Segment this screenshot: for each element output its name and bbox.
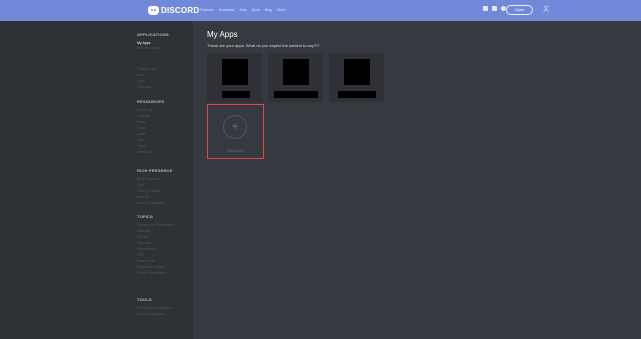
sidebar-item-launch-checklist[interactable]: Launch Checklist bbox=[137, 201, 164, 206]
app-card[interactable] bbox=[268, 53, 323, 102]
plus-icon: + bbox=[223, 115, 247, 139]
translate-icon[interactable]: 文 bbox=[543, 6, 549, 14]
sidebar-item-getting-started[interactable]: Getting Started bbox=[137, 189, 161, 194]
discord-logo[interactable]: DISCORD bbox=[148, 5, 199, 16]
nav-download[interactable]: Download bbox=[219, 7, 235, 13]
sidebar-item-best-practices[interactable]: Best Practices bbox=[137, 177, 159, 182]
sidebar-item-opcodes[interactable]: Opcodes bbox=[137, 241, 151, 246]
app-icon-redacted bbox=[344, 59, 370, 85]
section-tools: TOOLS bbox=[137, 297, 152, 302]
sidebar-item-guild[interactable]: Guild bbox=[137, 126, 145, 131]
open-button[interactable]: Open bbox=[506, 5, 533, 15]
section-applications: APPLICATIONS bbox=[137, 32, 169, 37]
section-resources: RESOURCES bbox=[137, 99, 165, 104]
sidebar-item-channel[interactable]: Channel bbox=[137, 114, 150, 119]
docs-sidebar: APPLICATIONS My Apps Publisher Apps Chan… bbox=[0, 21, 193, 339]
sidebar-item-audit-log[interactable]: Audit Log bbox=[137, 108, 152, 113]
sidebar-item-emoji[interactable]: Emoji bbox=[137, 120, 146, 125]
sidebar-item-voice[interactable]: Voice bbox=[137, 144, 146, 149]
sidebar-item-embed-visualizer[interactable]: Embed Visualizer bbox=[137, 312, 164, 317]
app-name-redacted bbox=[274, 91, 318, 98]
brand-name: DISCORD bbox=[161, 6, 200, 15]
app-name-redacted bbox=[338, 91, 376, 98]
section-rich-presence: RICH PRESENCE bbox=[137, 168, 173, 173]
nav-features[interactable]: Features bbox=[200, 7, 214, 13]
top-navigation-bar: DISCORD Features Download Jobs Docs Blog… bbox=[0, 0, 641, 21]
sidebar-item-community-resources[interactable]: Community Resources bbox=[137, 223, 172, 228]
sidebar-item-faq[interactable]: FAQ bbox=[137, 183, 144, 188]
sidebar-item-permissions[interactable]: Permissions bbox=[137, 247, 156, 252]
sidebar-item-user[interactable]: User bbox=[137, 138, 144, 143]
nav-store[interactable]: Store bbox=[277, 7, 285, 13]
main-content: My Apps These are your apps. What do you… bbox=[193, 21, 641, 339]
nav-jobs[interactable]: Jobs bbox=[239, 7, 246, 13]
page-title: My Apps bbox=[207, 30, 238, 39]
app-card[interactable] bbox=[329, 53, 384, 102]
sidebar-item-change-log[interactable]: Change Log bbox=[137, 67, 156, 72]
sidebar-item-rate-limits[interactable]: Rate Limits bbox=[137, 259, 155, 264]
twitter-icon[interactable] bbox=[483, 6, 488, 11]
sidebar-item-welcome[interactable]: Welcome bbox=[137, 85, 152, 90]
page-subtitle: These are your apps. What do you expect … bbox=[207, 43, 320, 48]
sidebar-item-rpc[interactable]: RPC bbox=[137, 253, 144, 258]
sidebar-item-webhook[interactable]: Webhook bbox=[137, 150, 152, 155]
new-app-label: New App bbox=[227, 148, 244, 153]
sidebar-item-oauth2[interactable]: OAuth2 bbox=[137, 235, 149, 240]
section-topics: TOPICS bbox=[137, 214, 154, 219]
sidebar-item-logo[interactable]: Logo bbox=[137, 79, 145, 84]
sidebar-item-permission-calculator[interactable]: Permission Calculator bbox=[137, 306, 171, 311]
app-icon-redacted bbox=[222, 59, 248, 85]
app-icon-redacted bbox=[283, 59, 309, 85]
main-nav: Features Download Jobs Docs Blog Store bbox=[200, 7, 285, 13]
social-links bbox=[483, 6, 506, 11]
sidebar-item-voice-connections[interactable]: Voice Connections bbox=[137, 271, 166, 276]
new-app-button[interactable]: + New App bbox=[207, 104, 264, 159]
sidebar-item-how-to[interactable]: How To bbox=[137, 195, 149, 200]
app-name-redacted bbox=[222, 91, 250, 98]
sidebar-item-publisher-apps[interactable]: Publisher Apps bbox=[137, 46, 160, 51]
sidebar-item-response-codes[interactable]: Response Codes bbox=[137, 265, 164, 270]
sidebar-item-invite[interactable]: Invite bbox=[137, 132, 145, 137]
sidebar-item-gateway[interactable]: Gateway bbox=[137, 229, 151, 234]
discord-logo-icon bbox=[148, 6, 159, 15]
sidebar-item-intro[interactable]: Intro bbox=[137, 73, 144, 78]
nav-blog[interactable]: Blog bbox=[265, 7, 272, 13]
facebook-icon[interactable] bbox=[492, 6, 497, 11]
nav-docs[interactable]: Docs bbox=[252, 7, 260, 13]
app-card[interactable] bbox=[207, 53, 262, 102]
